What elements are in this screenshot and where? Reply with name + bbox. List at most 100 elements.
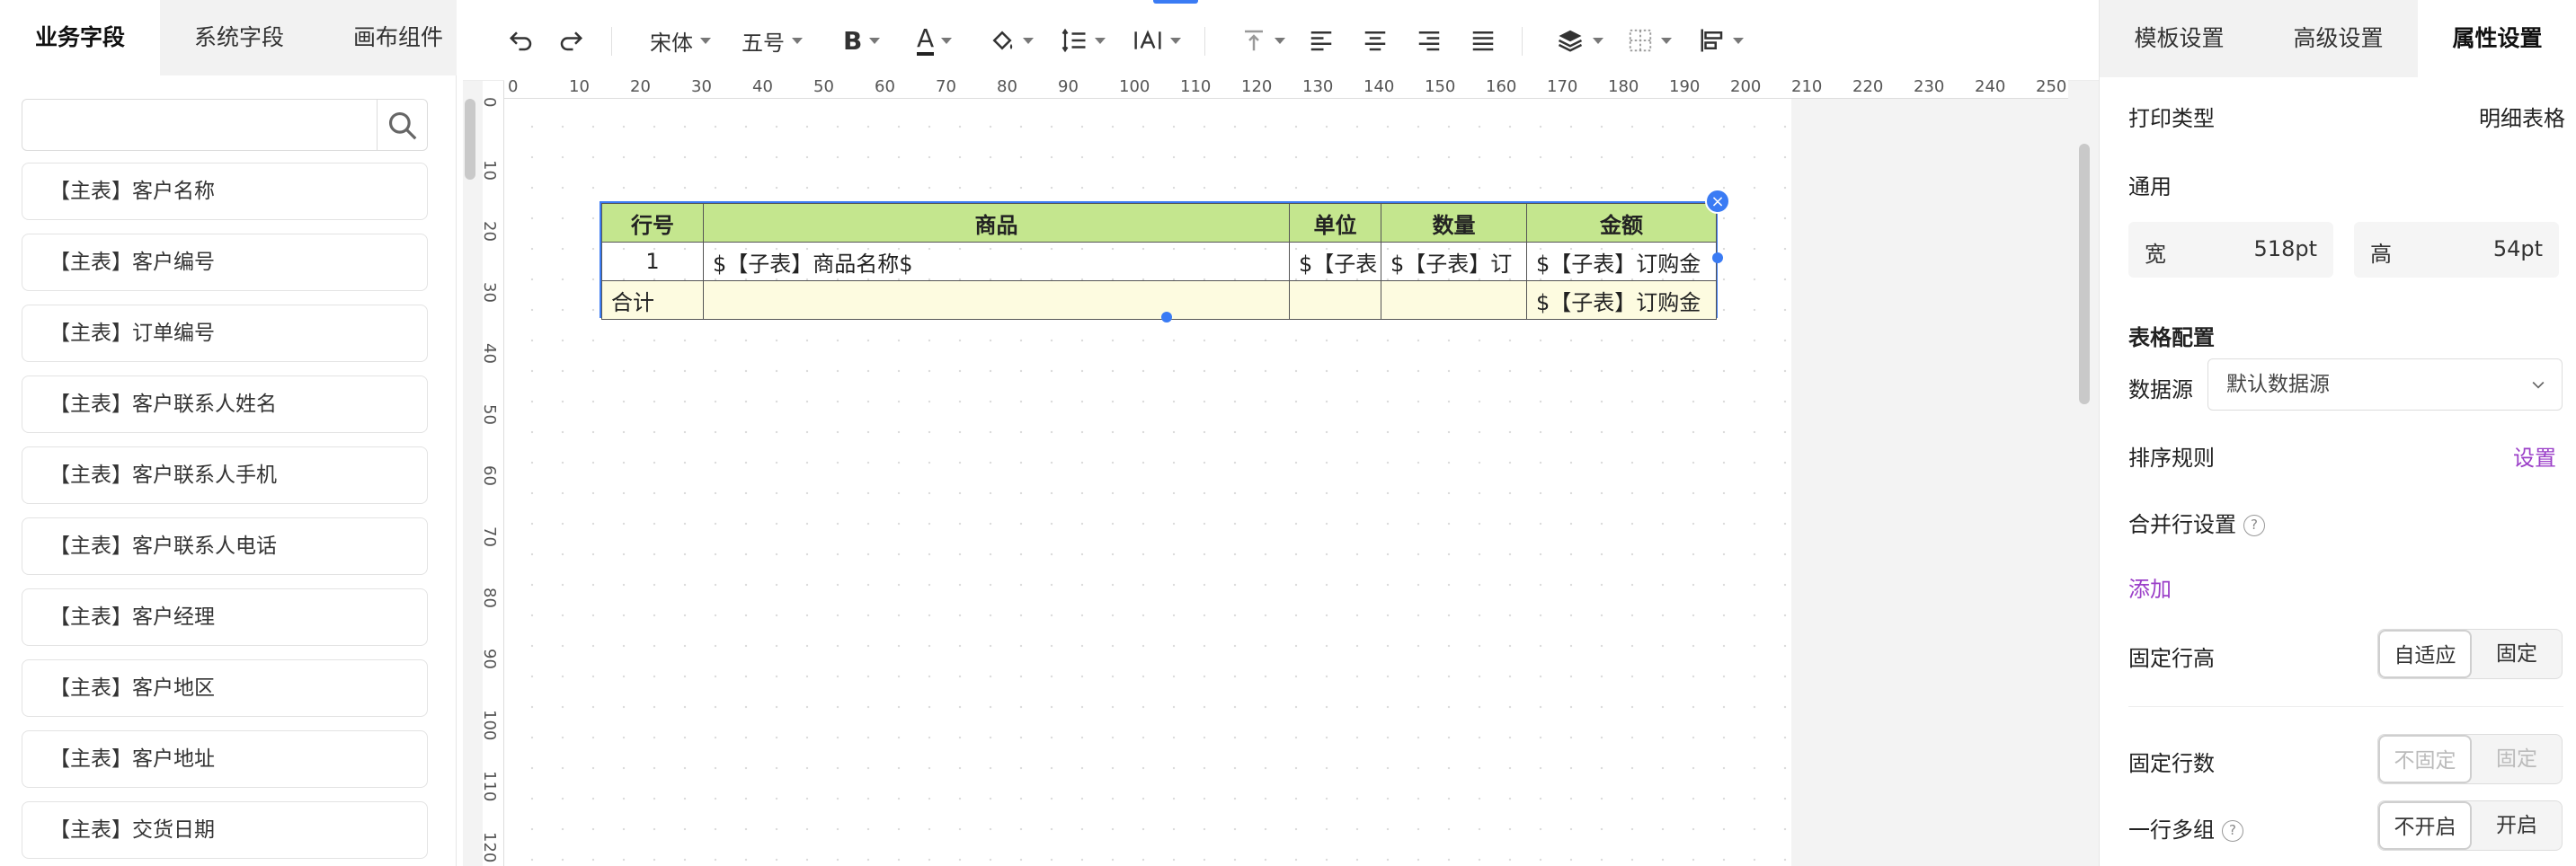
table-summary-row: 合计 $【子表】订购金 xyxy=(601,280,1717,320)
detail-table[interactable]: 行号 商品 单位 数量 金额 1 $【子表】商品名称$ $【子表 $【子表】订 … xyxy=(600,201,1718,320)
width-field[interactable]: 宽 518pt xyxy=(2128,222,2333,278)
help-icon[interactable]: ? xyxy=(2243,515,2265,536)
font-size-select[interactable]: 五号 xyxy=(742,20,803,61)
ruler-tick-label: 250 xyxy=(2036,77,2067,96)
field-item[interactable]: 【主表】客户经理 xyxy=(22,588,428,646)
align-left-button[interactable] xyxy=(1308,20,1335,61)
height-field[interactable]: 高 54pt xyxy=(2354,222,2559,278)
left-panel: 业务字段 系统字段 画布组件 【主表】客户名称 【主表】客户编号 【主表】订单编… xyxy=(0,0,457,866)
toolbar-divider xyxy=(1522,27,1523,56)
align-right-button[interactable] xyxy=(1416,20,1443,61)
chevron-down-icon xyxy=(1170,37,1181,44)
table-cell[interactable]: $【子表】商品名称$ xyxy=(703,242,1290,281)
chevron-down-icon xyxy=(2532,381,2545,389)
resize-handle-bottom[interactable] xyxy=(1161,312,1172,323)
canvas-scroll-track xyxy=(463,81,479,866)
tab-property-settings[interactable]: 属性设置 xyxy=(2418,0,2576,77)
align-center-button[interactable] xyxy=(1362,20,1389,61)
border-button[interactable] xyxy=(1627,20,1672,61)
ruler-tick-label: 0 xyxy=(480,97,499,108)
font-family-value: 宋体 xyxy=(650,30,693,56)
summary-cell[interactable] xyxy=(1381,280,1527,320)
field-item[interactable]: 【主表】客户联系人电话 xyxy=(22,517,428,575)
chevron-down-icon xyxy=(792,37,803,44)
canvas-scrollbar[interactable] xyxy=(465,99,475,180)
table-cell[interactable]: $【子表】订购金 xyxy=(1526,242,1717,281)
valign-top-button[interactable] xyxy=(1240,20,1285,61)
multi-group-off-option[interactable]: 不开启 xyxy=(2378,801,2472,850)
field-search-input[interactable] xyxy=(22,100,375,150)
row-count-fixed-option[interactable]: 固定 xyxy=(2472,735,2562,783)
ruler-tick-label: 40 xyxy=(480,343,499,364)
undo-button[interactable] xyxy=(508,20,535,61)
header-cell[interactable]: 数量 xyxy=(1381,203,1527,243)
delete-element-button[interactable]: × xyxy=(1705,189,1730,214)
table-cell[interactable]: 1 xyxy=(601,242,704,281)
summary-cell[interactable]: $【子表】订购金 xyxy=(1526,280,1717,320)
redo-button[interactable] xyxy=(557,20,584,61)
search-icon[interactable] xyxy=(386,109,420,143)
tab-business-fields[interactable]: 业务字段 xyxy=(0,0,160,75)
tab-system-fields[interactable]: 系统字段 xyxy=(160,0,318,75)
table-header-row: 行号 商品 单位 数量 金额 xyxy=(601,203,1717,243)
header-cell[interactable]: 商品 xyxy=(703,203,1290,243)
bold-button[interactable]: B xyxy=(843,20,881,61)
ruler-tick-label: 100 xyxy=(1119,77,1150,96)
ruler-tick-label: 210 xyxy=(1791,77,1823,96)
ruler-tick-label: 110 xyxy=(480,771,499,802)
ruler-tick-label: 20 xyxy=(630,77,651,96)
header-cell[interactable]: 单位 xyxy=(1289,203,1381,243)
resize-handle-right[interactable] xyxy=(1712,252,1723,263)
canvas-right-scrollbar[interactable] xyxy=(2079,144,2090,404)
field-item[interactable]: 【主表】客户名称 xyxy=(22,163,428,220)
arrange-button[interactable] xyxy=(1699,20,1744,61)
table-cell[interactable]: $【子表】订 xyxy=(1381,242,1527,281)
summary-cell[interactable] xyxy=(703,280,1290,320)
summary-cell[interactable]: 合计 xyxy=(601,280,704,320)
summary-cell[interactable] xyxy=(1289,280,1381,320)
line-height-button[interactable] xyxy=(1061,20,1106,61)
merge-row-add-link[interactable]: 添加 xyxy=(2128,571,2172,603)
letter-spacing-button[interactable] xyxy=(1133,20,1181,61)
fill-color-button[interactable] xyxy=(989,20,1034,61)
chevron-down-icon xyxy=(1661,37,1672,44)
header-cell[interactable]: 行号 xyxy=(601,203,704,243)
layer-button[interactable] xyxy=(1555,20,1603,61)
sort-rule-settings-link[interactable]: 设置 xyxy=(2513,440,2556,472)
align-left-icon xyxy=(1310,31,1332,51)
field-item[interactable]: 【主表】客户地区 xyxy=(22,659,428,717)
datasource-select[interactable]: 默认数据源 xyxy=(2207,358,2563,411)
width-label: 宽 xyxy=(2145,242,2166,267)
field-item[interactable]: 【主表】交货日期 xyxy=(22,801,428,859)
table-config-title: 表格配置 xyxy=(2128,325,2215,350)
field-item[interactable]: 【主表】订单编号 xyxy=(22,305,428,362)
multi-group-label: 一行多组 xyxy=(2128,817,2215,843)
table-cell[interactable]: $【子表 xyxy=(1289,242,1381,281)
align-justify-button[interactable] xyxy=(1470,20,1497,61)
tab-canvas-components[interactable]: 画布组件 xyxy=(318,0,478,75)
header-cell[interactable]: 金额 xyxy=(1526,203,1717,243)
row-height-fixed-option[interactable]: 固定 xyxy=(2472,630,2562,678)
ruler-tick-label: 160 xyxy=(1486,77,1517,96)
ruler-tick-label: 180 xyxy=(1608,77,1639,96)
ruler-tick-label: 150 xyxy=(1425,77,1456,96)
help-icon[interactable]: ? xyxy=(2222,820,2243,842)
multi-group-setting: 一行多组? xyxy=(2128,812,2243,844)
row-height-auto-option[interactable]: 自适应 xyxy=(2378,630,2472,678)
font-color-button[interactable]: A xyxy=(917,20,953,61)
chevron-down-icon xyxy=(1023,37,1034,44)
multi-group-on-option[interactable]: 开启 xyxy=(2472,801,2562,850)
ruler-tick-label: 50 xyxy=(813,77,834,96)
chevron-down-icon xyxy=(1593,37,1603,44)
font-family-select[interactable]: 宋体 xyxy=(650,20,711,61)
multi-group-toggle: 不开启 开启 xyxy=(2377,800,2563,851)
field-item[interactable]: 【主表】客户联系人姓名 xyxy=(22,376,428,433)
tab-template-settings[interactable]: 模板设置 xyxy=(2100,0,2259,77)
field-item[interactable]: 【主表】客户编号 xyxy=(22,234,428,291)
field-item[interactable]: 【主表】客户地址 xyxy=(22,730,428,788)
tab-advanced-settings[interactable]: 高级设置 xyxy=(2259,0,2418,77)
align-justify-icon xyxy=(1472,31,1494,51)
row-count-unfixed-option[interactable]: 不固定 xyxy=(2378,735,2472,783)
field-item[interactable]: 【主表】客户联系人手机 xyxy=(22,446,428,504)
fixed-row-height-toggle: 自适应 固定 xyxy=(2377,629,2563,679)
